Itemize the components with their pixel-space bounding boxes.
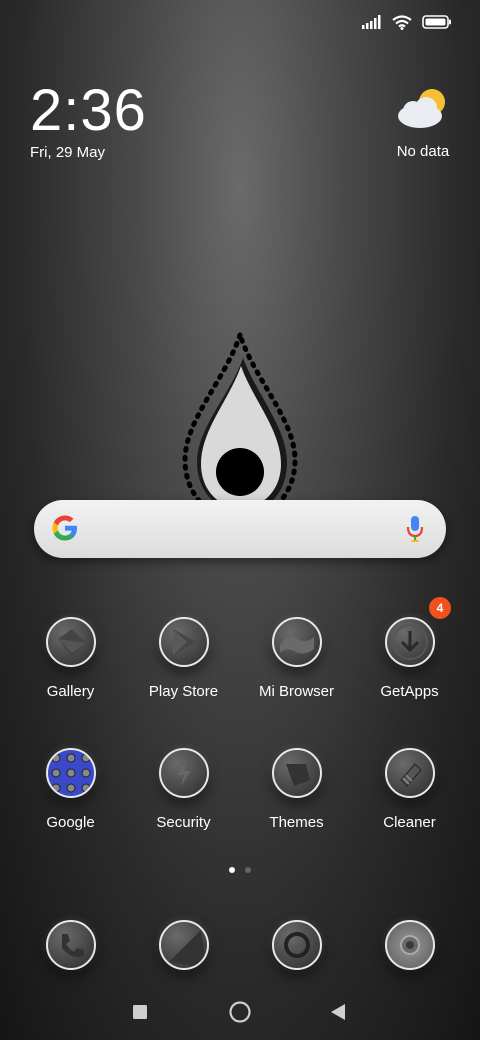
google-folder-icon [45, 748, 96, 798]
app-themes[interactable]: Themes [240, 748, 353, 831]
security-icon [158, 748, 209, 798]
app-label: Mi Browser [258, 683, 334, 700]
cleaner-icon [384, 748, 435, 798]
app-label: Play Store [148, 683, 219, 700]
app-label: Themes [269, 814, 324, 831]
app-gallery[interactable]: Gallery [14, 617, 127, 700]
mic-icon[interactable] [406, 515, 424, 543]
camera-icon [384, 920, 435, 970]
dock-messages[interactable] [127, 920, 240, 970]
app-security[interactable]: Security [127, 748, 240, 831]
notification-badge: 4 [429, 597, 451, 619]
back-icon[interactable] [330, 1003, 346, 1021]
clock-time: 2:36 [30, 78, 147, 143]
app-getapps[interactable]: GetApps 4 [353, 597, 466, 700]
page-dot-active [229, 867, 235, 873]
battery-icon [422, 15, 451, 29]
clock-date: Fri, 29 May [30, 144, 106, 161]
weather-widget[interactable]: No data [396, 86, 450, 160]
page-dot [245, 867, 251, 873]
app-cleaner[interactable]: Cleaner [353, 748, 466, 831]
dock-chrome[interactable] [240, 920, 353, 970]
google-search-bar[interactable] [34, 500, 446, 558]
dock-camera[interactable] [353, 920, 466, 970]
page-indicator [0, 867, 480, 873]
app-google-folder[interactable]: Google [14, 748, 127, 831]
app-label: Security [156, 814, 211, 831]
home-icon[interactable] [228, 1000, 252, 1024]
app-label: Gallery [46, 683, 95, 700]
app-mi-browser[interactable]: Mi Browser [240, 617, 353, 700]
dock-phone[interactable] [14, 920, 127, 970]
download-icon [384, 617, 435, 667]
recents-icon[interactable] [132, 1004, 148, 1020]
partly-cloudy-icon [398, 89, 445, 128]
app-label: Cleaner [383, 814, 436, 831]
weather-status: No data [396, 143, 450, 160]
play-store-icon [158, 617, 209, 667]
signal-icon [362, 15, 381, 29]
clock-widget[interactable]: 2:36 Fri, 29 May [30, 78, 147, 162]
app-label: Google [46, 814, 95, 831]
app-play-store[interactable]: Play Store [127, 617, 240, 700]
app-label: GetApps [380, 683, 439, 700]
themes-icon [271, 748, 322, 798]
gallery-icon [45, 617, 96, 667]
messages-icon [158, 920, 209, 970]
chrome-icon [271, 920, 322, 970]
status-bar [362, 8, 452, 36]
browser-icon [271, 617, 322, 667]
phone-icon [45, 920, 96, 970]
navigation-bar [0, 996, 480, 1026]
google-g-icon[interactable] [50, 513, 80, 543]
wifi-icon [392, 14, 412, 30]
